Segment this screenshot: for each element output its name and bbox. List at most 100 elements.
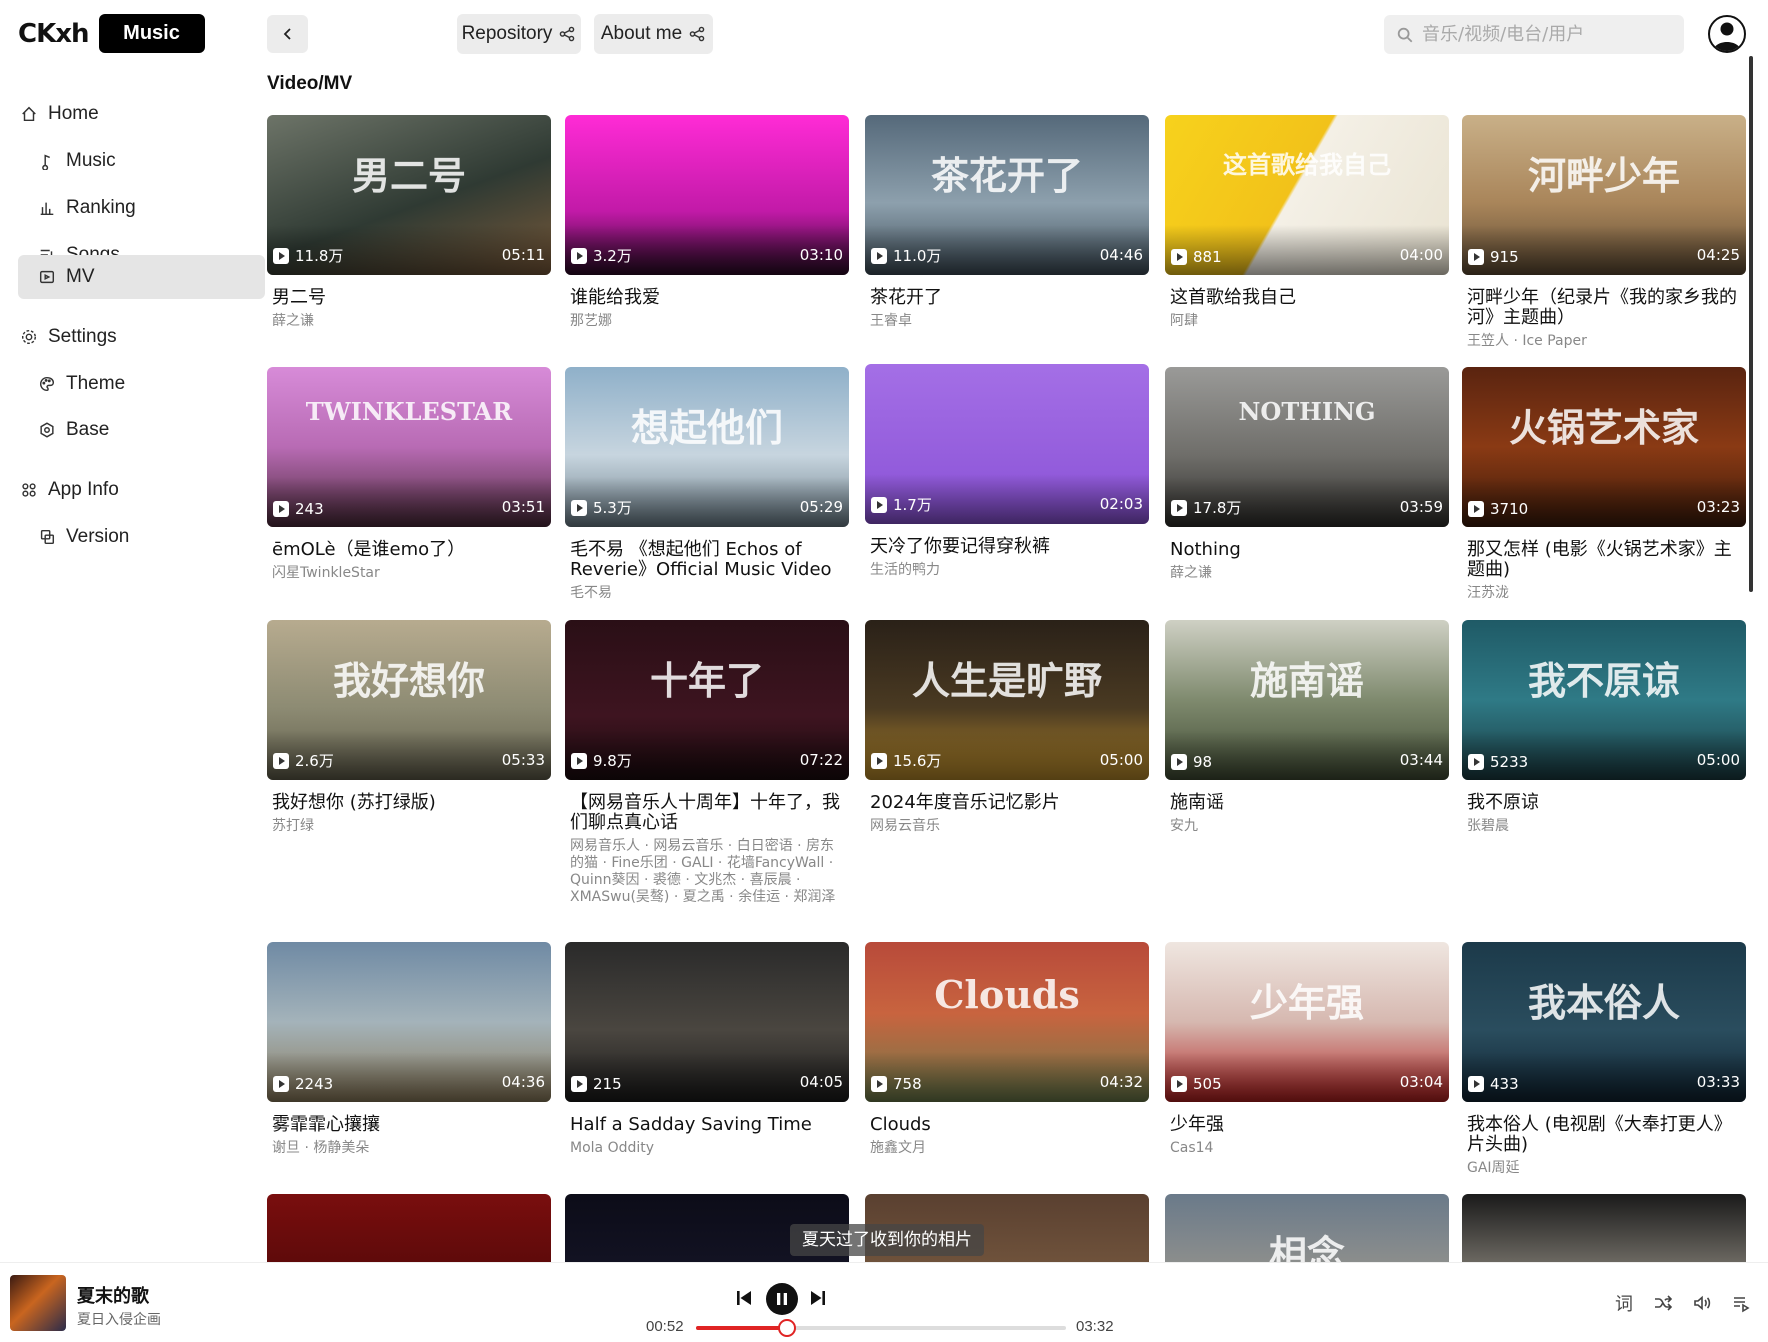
video-title[interactable]: 河畔少年（纪录片《我的家乡我的河》主题曲） [1467, 288, 1747, 328]
video-thumbnail[interactable]: 3.2万 03:10 [565, 115, 849, 275]
nav-theme[interactable]: Theme [18, 360, 265, 408]
app-logo[interactable]: CKxh Music [18, 14, 205, 53]
video-card[interactable]: 215 04:05 Half a Saddаy Saving Time Mola Od… [565, 942, 849, 1157]
video-card[interactable]: Clouds 758 04:32 Clouds 施鑫文月 [865, 942, 1149, 1157]
video-thumbnail[interactable]: TWINKLESTAR 243 03:51 [267, 367, 551, 527]
video-thumbnail[interactable]: 2243 04:36 [267, 942, 551, 1102]
video-title[interactable]: 天冷了你要记得穿秋裤 [870, 537, 1150, 557]
video-thumbnail[interactable]: 这首歌给我自己 881 04:00 [1165, 115, 1449, 275]
video-thumbnail[interactable]: 215 04:05 [565, 942, 849, 1102]
video-title[interactable]: 施南谣 [1170, 793, 1450, 813]
video-artist[interactable]: 网易云音乐 [870, 818, 1140, 835]
video-artist[interactable]: 施鑫文月 [870, 1140, 1140, 1157]
avatar[interactable] [1708, 15, 1746, 53]
playlist-button[interactable] [1729, 1291, 1753, 1315]
video-thumbnail[interactable] [267, 1194, 551, 1262]
video-title[interactable]: 我好想你 (苏打绿版) [272, 793, 552, 813]
video-title[interactable]: Nothing [1170, 540, 1450, 560]
back-button[interactable] [267, 15, 308, 53]
video-thumbnail[interactable]: NOTHING 17.8万 03:59 [1165, 367, 1449, 527]
video-artist[interactable]: 那艺娜 [570, 313, 840, 330]
video-card[interactable]: 我不原谅 5233 05:00 我不原谅 张碧晨 [1462, 620, 1746, 835]
nav-settings[interactable]: Settings [18, 313, 265, 361]
video-thumbnail[interactable]: 男二号 11.8万 05:11 [267, 115, 551, 275]
video-card[interactable]: 相念 [1165, 1194, 1449, 1262]
video-artist[interactable]: 生活的鸭力 [870, 562, 1140, 579]
video-title[interactable]: Half a Saddаy Saving Time [570, 1115, 850, 1135]
progress-handle[interactable] [777, 1319, 796, 1337]
video-thumbnail[interactable]: 火锅艺术家 3710 03:23 [1462, 367, 1746, 527]
video-title[interactable]: 男二号 [272, 288, 552, 308]
video-card[interactable]: TWINKLESTAR 243 03:51 ēmOLè（是谁emo了） 闪星Twinkl… [267, 367, 551, 582]
shuffle-button[interactable] [1651, 1291, 1675, 1315]
video-card[interactable]: 十年了 9.8万 07:22 【网易音乐人十周年】十年了，我们聊点真心话 网易音乐人 ·… [565, 620, 849, 906]
nav-base[interactable]: Base [18, 406, 265, 454]
video-card[interactable]: 少年强 505 03:04 少年强 Cas14 [1165, 942, 1449, 1157]
nav-ranking[interactable]: Ranking [18, 184, 265, 232]
video-artist[interactable]: 苏打绿 [272, 818, 542, 835]
video-artist[interactable]: 安九 [1170, 818, 1440, 835]
video-thumbnail[interactable]: 茶花开了 11.0万 04:46 [865, 115, 1149, 275]
video-card[interactable]: 我本俗人 433 03:33 我本俗人 (电视剧《大奉打更人》片头曲) GAI周延 [1462, 942, 1746, 1177]
video-thumbnail[interactable]: 我不原谅 5233 05:00 [1462, 620, 1746, 780]
video-thumbnail[interactable] [1462, 1194, 1746, 1262]
video-artist[interactable]: GAI周延 [1467, 1160, 1737, 1177]
video-card[interactable]: 想起他们 5.3万 05:29 毛不易 《想起他们 Echos of Reverie》… [565, 367, 849, 602]
nav-version[interactable]: Version [18, 513, 265, 561]
video-artist[interactable]: 王笠人 · Ice Paper [1467, 333, 1737, 350]
about-me-button[interactable]: About me [594, 14, 713, 54]
video-card[interactable]: 男二号 11.8万 05:11 男二号薛之谦 [267, 115, 551, 330]
video-title[interactable]: 这首歌给我自己 [1170, 288, 1450, 308]
video-card[interactable]: 施南谣 98 03:44 施南谣安九 [1165, 620, 1449, 835]
pause-button[interactable] [766, 1283, 798, 1315]
video-thumbnail[interactable]: 想起他们 5.3万 05:29 [565, 367, 849, 527]
video-card[interactable]: 火锅艺术家 3710 03:23 那又怎样 (电影《火锅艺术家》主题曲) 汪苏泷 [1462, 367, 1746, 602]
video-title[interactable]: 【网易音乐人十周年】十年了，我们聊点真心话 [570, 793, 850, 833]
video-title[interactable]: 2024年度音乐记忆影片 [870, 793, 1150, 813]
video-thumbnail[interactable]: 施南谣 98 03:44 [1165, 620, 1449, 780]
video-artist[interactable]: 网易音乐人 · 网易云音乐 · 白日密语 · 房东的猫 · Fine乐团 · G… [570, 838, 840, 906]
video-title[interactable]: 那又怎样 (电影《火锅艺术家》主题曲) [1467, 540, 1747, 580]
progress-bar[interactable] [696, 1319, 1066, 1337]
video-artist[interactable]: 阿肆 [1170, 313, 1440, 330]
nav-app-info[interactable]: App Info [18, 466, 265, 514]
video-artist[interactable]: 薛之谦 [272, 313, 542, 330]
video-artist[interactable]: 汪苏泷 [1467, 585, 1737, 602]
song-artist[interactable]: 夏日入侵企画 [77, 1309, 161, 1329]
volume-button[interactable] [1690, 1291, 1714, 1315]
song-title[interactable]: 夏末的歌 [77, 1282, 149, 1308]
video-artist[interactable]: 闪星TwinkleStar [272, 565, 542, 582]
video-title[interactable]: 茶花开了 [870, 288, 1150, 308]
video-card[interactable] [1462, 1194, 1746, 1262]
video-title[interactable]: 我本俗人 (电视剧《大奉打更人》片头曲) [1467, 1115, 1747, 1155]
video-thumbnail[interactable]: 我本俗人 433 03:33 [1462, 942, 1746, 1102]
video-artist[interactable]: 毛不易 [570, 585, 840, 602]
video-card[interactable] [267, 1194, 551, 1262]
video-title[interactable]: ēmOLè（是谁emo了） [272, 540, 552, 560]
video-artist[interactable]: Mola Oddity [570, 1140, 840, 1157]
album-cover[interactable] [10, 1275, 66, 1331]
video-thumbnail[interactable]: 相念 [1165, 1194, 1449, 1262]
video-artist[interactable]: Cas14 [1170, 1140, 1440, 1157]
video-title[interactable]: 雾霏霏心攘攘 [272, 1115, 552, 1135]
video-card[interactable]: NOTHING 17.8万 03:59 Nothing 薛之谦 [1165, 367, 1449, 582]
lyrics-button[interactable]: 词 [1612, 1291, 1636, 1315]
nav-mv[interactable]: MV [18, 255, 265, 299]
next-button[interactable] [806, 1284, 830, 1312]
video-artist[interactable]: 张碧晨 [1467, 818, 1737, 835]
video-artist[interactable]: 薛之谦 [1170, 565, 1440, 582]
search-input[interactable] [1422, 24, 1662, 45]
video-title[interactable]: 谁能给我爱 [570, 288, 850, 308]
video-thumbnail[interactable]: 我好想你 2.6万 05:33 [267, 620, 551, 780]
video-card[interactable]: 这首歌给我自己 881 04:00 这首歌给我自己 阿肆 [1165, 115, 1449, 330]
previous-button[interactable] [732, 1284, 756, 1312]
video-title[interactable]: Clouds [870, 1115, 1150, 1135]
nav-music[interactable]: Music [18, 137, 265, 185]
video-title[interactable]: 毛不易 《想起他们 Echos of Reverie》Official Musi… [570, 540, 850, 580]
scrollbar[interactable] [1749, 56, 1753, 592]
video-card[interactable]: 河畔少年 915 04:25 河畔少年（纪录片《我的家乡我的河》主题曲） 王笠人 · I… [1462, 115, 1746, 350]
video-card[interactable]: 1.7万 02:03 天冷了你要记得穿秋裤 生活的鸭力 [865, 364, 1149, 579]
video-card[interactable]: 人生是旷野 15.6万 05:00 2024年度音乐记忆影片 网易云音乐 [865, 620, 1149, 835]
video-artist[interactable]: 谢旦 · 杨静美朵 [272, 1140, 542, 1157]
video-thumbnail[interactable]: Clouds 758 04:32 [865, 942, 1149, 1102]
